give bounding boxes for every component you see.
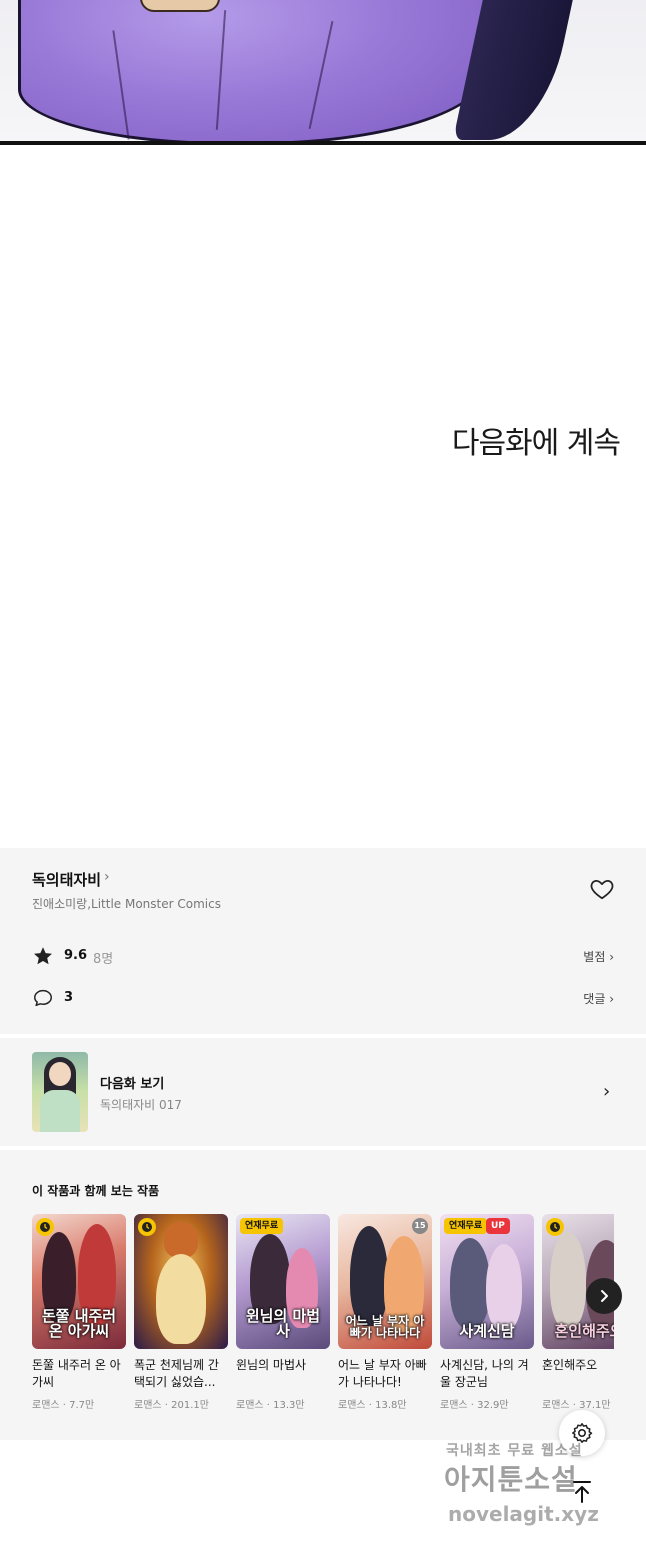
recommendation-cover[interactable]: 돈쭐 내주러 온 아가씨: [32, 1214, 126, 1349]
clock-icon: [546, 1218, 564, 1236]
recommendation-card[interactable]: 폭군 천제님께 간택되기 싫었습... 로맨스 · 201.1만: [134, 1214, 228, 1411]
recommendations-heading: 이 작품과 함께 보는 작품: [32, 1184, 160, 1198]
cover-figure: [350, 1226, 388, 1326]
recommendation-meta: 로맨스 · 13.8만: [338, 1400, 407, 1411]
recommendation-title[interactable]: 어느 날 부자 아빠가 나타나다!: [338, 1357, 432, 1391]
settings-button[interactable]: [559, 1410, 605, 1456]
comic-panel: [0, 0, 646, 145]
thumb-head: [49, 1062, 71, 1086]
cover-figure: [550, 1232, 586, 1328]
thumb-body: [40, 1090, 80, 1132]
recommendation-cover[interactable]: 사계신담 연재무료 UP: [440, 1214, 534, 1349]
recommendation-card[interactable]: 사계신담 연재무료 UP 사계신담, 나의 겨울 장군님 로맨스 · 32.9만: [440, 1214, 534, 1411]
next-episode-thumbnail[interactable]: [32, 1052, 88, 1132]
rating-value: 9.6: [64, 948, 88, 963]
recommendation-meta: 로맨스 · 37.1만: [542, 1400, 611, 1411]
clock-icon: [36, 1218, 54, 1236]
comic-hand: [140, 0, 220, 12]
heart-icon[interactable]: [589, 876, 615, 902]
recommendation-title[interactable]: 혼인해주오: [542, 1357, 614, 1391]
recommendations-strip: 돈쭐 내주러 온 아가씨 돈쭐 내주러 온 아가씨 로맨스 · 7.7만 폭군 …: [32, 1214, 614, 1424]
series-title[interactable]: 독의태자비: [32, 869, 101, 890]
cover-title: 혼인해주오: [554, 1322, 614, 1340]
recommendation-title[interactable]: 폭군 천제님께 간택되기 싫었습...: [134, 1357, 228, 1391]
cover-figure: [164, 1222, 198, 1258]
panel-border: [0, 141, 646, 145]
watermark: 국내최초 무료 웹소설 아지툰소설 novelagit.xyz: [440, 1440, 640, 1540]
recommendation-meta: 로맨스 · 32.9만: [440, 1400, 509, 1411]
recommendation-title[interactable]: 사계신담, 나의 겨울 장군님: [440, 1357, 534, 1391]
cover-title: 윈님의 마법사: [245, 1307, 321, 1340]
star-icon: [32, 945, 54, 967]
cover-title: 어느 날 부자 아빠가 나타나다: [345, 1314, 425, 1340]
cover-title: 사계신담: [459, 1322, 515, 1340]
age-rating-badge: 15: [412, 1218, 428, 1234]
recommendation-cover[interactable]: 윈님의 마법사 연재무료: [236, 1214, 330, 1349]
chevron-right-icon: [601, 1290, 608, 1302]
comic-robe: [18, 0, 488, 145]
recommendation-cover[interactable]: [134, 1214, 228, 1349]
free-badge: 연재무료: [444, 1218, 488, 1234]
clock-icon: [138, 1218, 156, 1236]
carousel-next-button[interactable]: [586, 1278, 622, 1314]
comment-row: 3 댓글 ›: [32, 986, 614, 1012]
recommendation-card[interactable]: 어느 날 부자 아빠가 나타나다 15 어느 날 부자 아빠가 나타나다! 로맨…: [338, 1214, 432, 1411]
rating-count: 8명: [93, 952, 114, 967]
comment-icon: [32, 987, 54, 1009]
series-authors: 진애소미랑,Little Monster Comics: [32, 897, 221, 911]
chevron-right-icon[interactable]: ›: [603, 1081, 610, 1102]
cover-figure: [450, 1238, 490, 1328]
rating-row: 9.6 8명 별점 ›: [32, 944, 614, 970]
chevron-right-icon[interactable]: ›: [104, 869, 110, 885]
next-episode-label[interactable]: 다음화 보기: [100, 1073, 164, 1092]
next-episode-subtitle: 독의태자비 017: [100, 1098, 182, 1112]
scroll-top-button[interactable]: [568, 1478, 596, 1506]
next-episode-card[interactable]: [0, 1038, 646, 1146]
recommendation-title[interactable]: 돈쭐 내주러 온 아가씨: [32, 1357, 126, 1391]
recommendation-cover[interactable]: 어느 날 부자 아빠가 나타나다 15: [338, 1214, 432, 1349]
up-badge: UP: [486, 1218, 510, 1234]
continue-text: 다음화에 계속: [451, 426, 621, 461]
recommendation-meta: 로맨스 · 7.7만: [32, 1400, 95, 1411]
recommendation-card[interactable]: 윈님의 마법사 연재무료 윈님의 마법사 로맨스 · 13.3만: [236, 1214, 330, 1411]
cover-figure: [156, 1254, 206, 1344]
settings-icon: [572, 1423, 593, 1443]
recommendation-meta: 로맨스 · 201.1만: [134, 1400, 209, 1411]
recommendation-title[interactable]: 윈님의 마법사: [236, 1357, 330, 1391]
arrow-up-icon: [573, 1481, 591, 1503]
comment-link[interactable]: 댓글 ›: [583, 990, 614, 1007]
watermark-line2: 아지툰소설: [444, 1463, 578, 1496]
cover-title: 돈쭐 내주러 온 아가씨: [41, 1307, 117, 1340]
rate-link[interactable]: 별점 ›: [583, 948, 614, 965]
recommendation-card[interactable]: 돈쭐 내주러 온 아가씨 돈쭐 내주러 온 아가씨 로맨스 · 7.7만: [32, 1214, 126, 1411]
cover-figure: [486, 1244, 522, 1330]
free-badge: 연재무료: [240, 1218, 284, 1234]
recommendation-meta: 로맨스 · 13.3만: [236, 1400, 305, 1411]
comment-count: 3: [64, 990, 74, 1005]
